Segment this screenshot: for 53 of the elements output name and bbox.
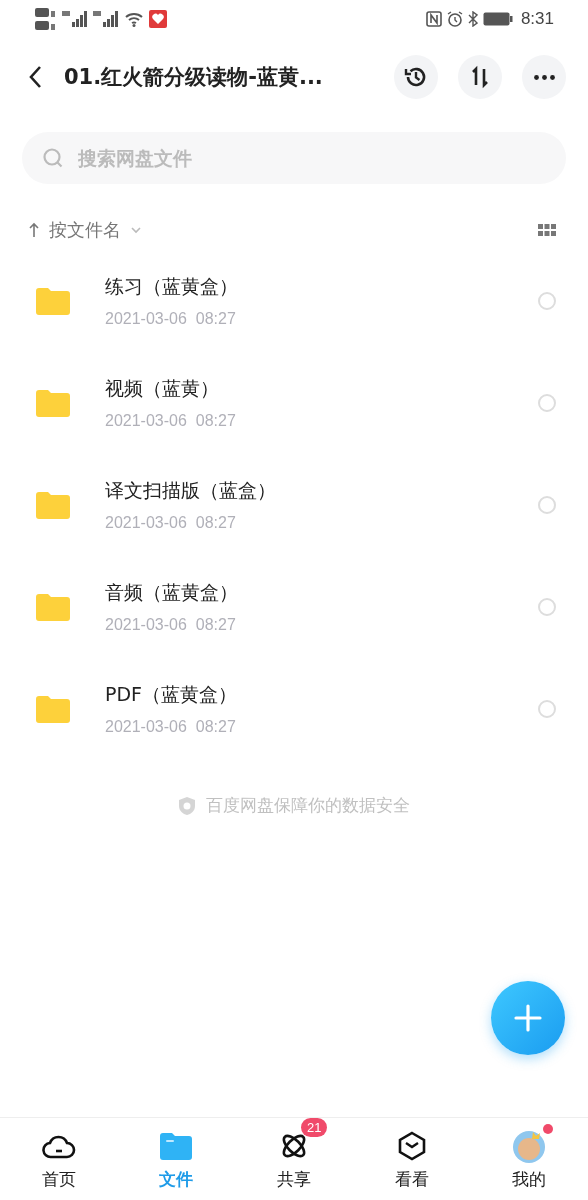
modified-date: 2021-03-06 08:27 [105,412,237,430]
folder-name[interactable]: 视频（蓝黄） [105,376,538,402]
app-notification-icon [149,10,167,28]
folder-icon [36,287,70,315]
more-button[interactable] [522,55,566,99]
folder-icon [36,593,70,621]
select-radio[interactable] [538,496,556,514]
folder-name[interactable]: 练习（蓝黄盒） [105,274,538,300]
signal-icon [93,10,119,28]
add-button[interactable] [491,981,565,1055]
signal-icon [62,10,88,28]
alarm-icon [446,11,463,27]
select-radio[interactable] [538,598,556,616]
nav-tab[interactable]: 看看 [352,1118,471,1200]
plus-icon [513,1003,543,1033]
search-icon [42,147,64,169]
modified-date: 2021-03-06 08:27 [105,616,237,634]
nav-tab[interactable]: 首页 [0,1118,118,1200]
select-radio[interactable] [538,700,556,718]
folder-icon [36,491,70,519]
count-badge: 21 [301,1117,328,1137]
security-note: 百度网盘保障你的数据安全 [206,794,410,817]
folder-icon [160,1131,193,1160]
sim-hd-icon [35,6,57,32]
select-radio[interactable] [538,292,556,310]
sort-button[interactable]: 按文件名 [28,218,142,242]
nav-tab[interactable]: 我的 [470,1118,588,1200]
nav-tab[interactable]: 21 共享 [235,1118,353,1200]
nfc-icon [425,11,442,27]
search-field[interactable]: 搜索网盘文件 [22,132,566,184]
shield-icon [178,795,196,816]
grid-view-icon[interactable] [538,224,556,236]
folder-name[interactable]: 音频（蓝黄盒） [105,580,538,606]
battery-icon [482,12,513,26]
wifi-icon [124,11,144,27]
folder-name[interactable]: 译文扫描版（蓝盒） [105,478,538,504]
modified-date: 2021-03-06 08:27 [105,310,237,328]
transfer-button[interactable] [458,55,502,99]
cube-icon [396,1130,427,1161]
folder-icon [36,389,70,417]
chevron-down-icon [130,226,142,234]
history-button[interactable] [394,55,438,99]
more-icon [533,74,555,80]
clock-time: 8:31 [520,9,554,29]
modified-date: 2021-03-06 08:27 [105,514,237,532]
modified-date: 2021-03-06 08:27 [105,718,237,736]
back-icon[interactable] [28,65,42,89]
bluetooth-icon [467,11,478,27]
folder-name[interactable]: PDF（蓝黄盒） [105,682,538,708]
folder-title: 01.红火箭分级读物-蓝黄... [64,64,324,91]
folder-icon [36,695,70,723]
up-arrow-icon [28,222,40,238]
select-radio[interactable] [538,394,556,412]
